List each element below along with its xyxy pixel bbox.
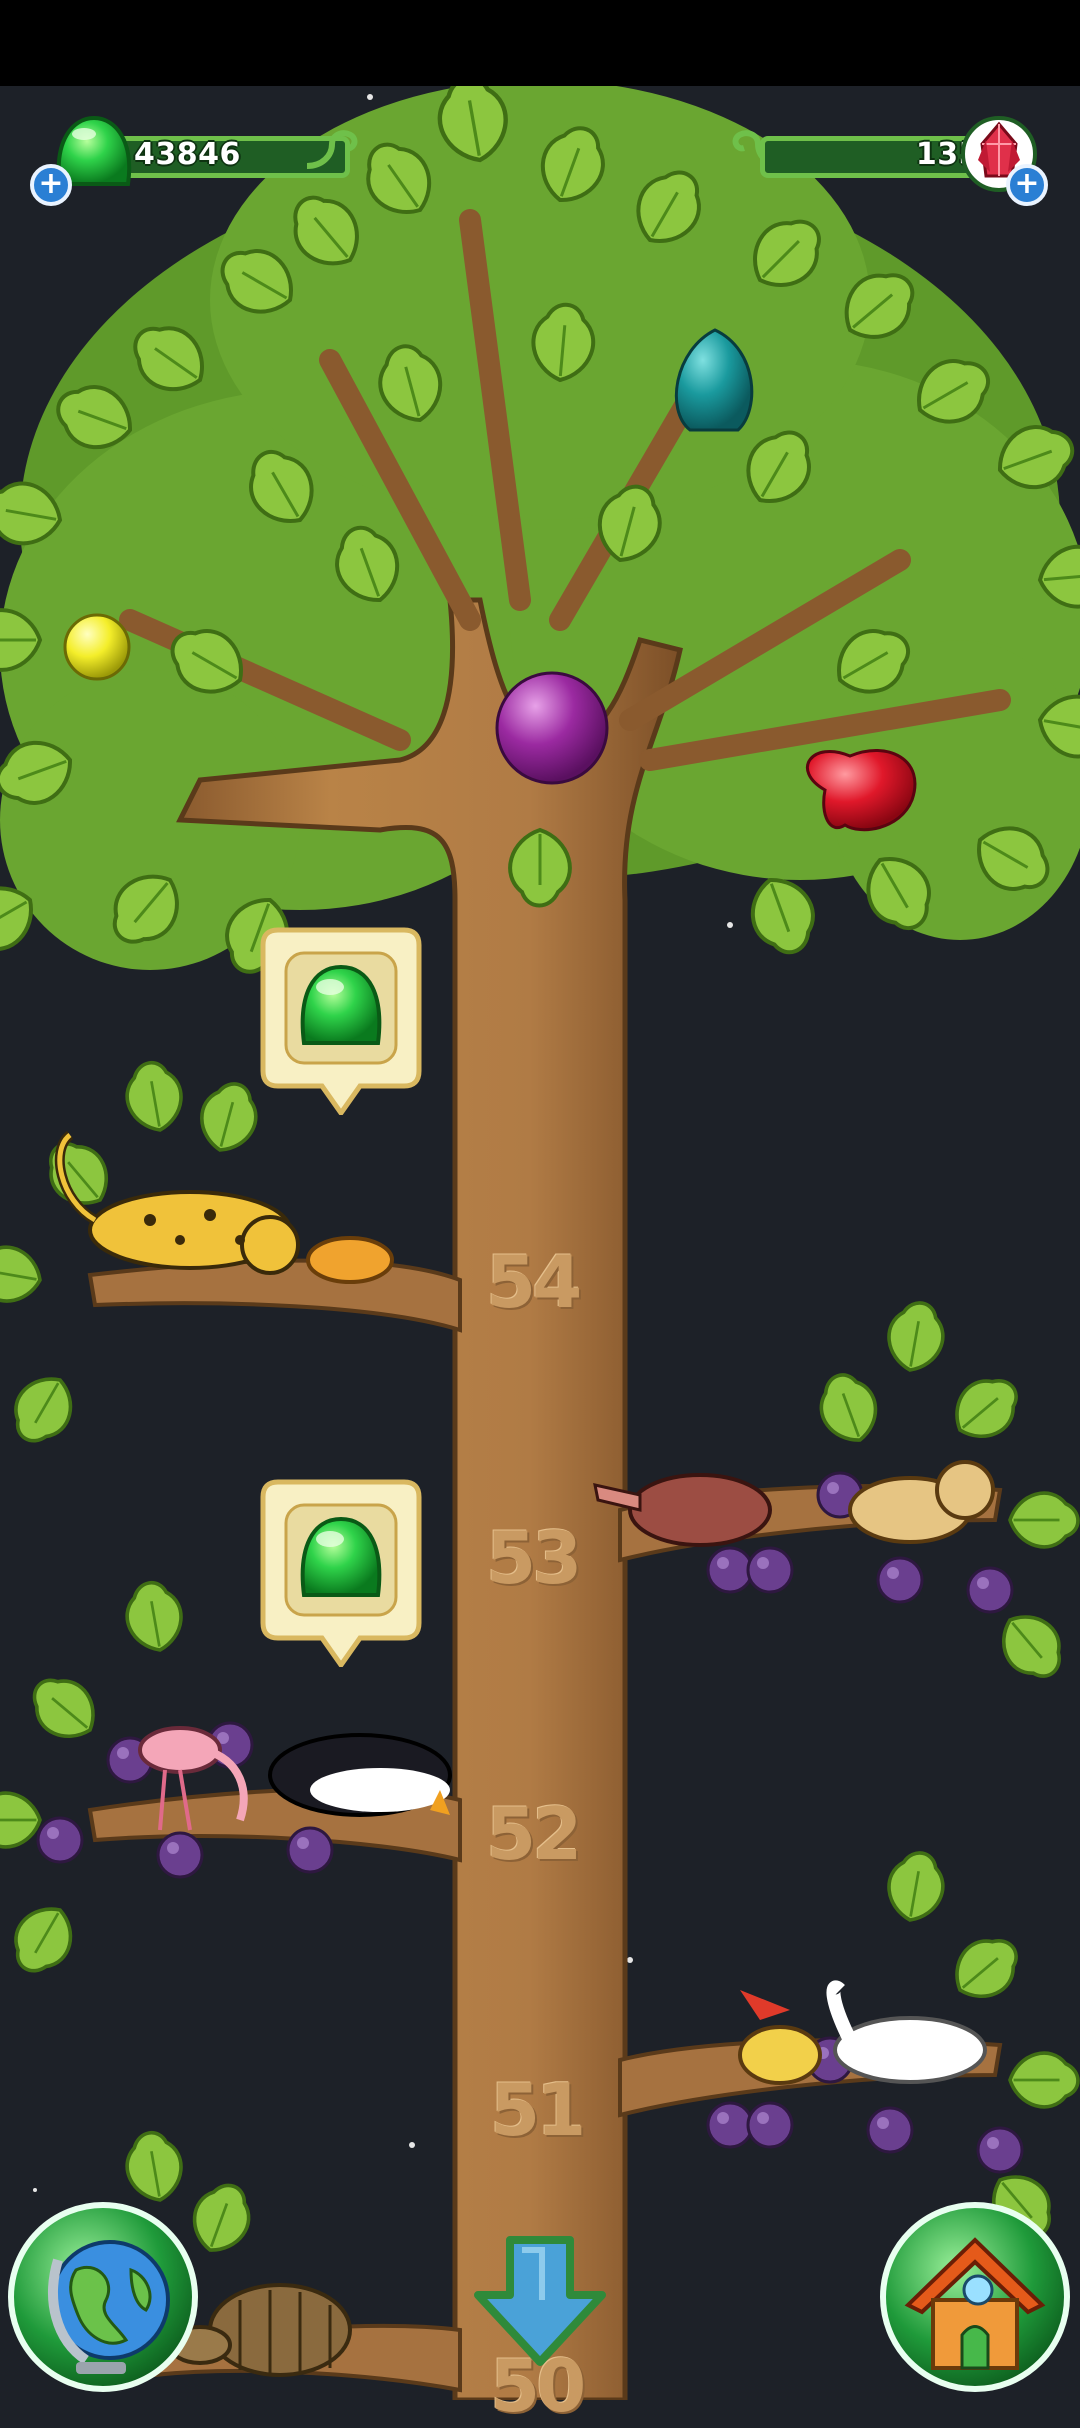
green-jelly-gem-icon [260,927,422,1118]
bird-and-swan [738,1980,987,2085]
level-number[interactable]: 51 [490,2068,586,2152]
penguin [268,1733,452,1817]
level-number[interactable]: 53 [486,1516,582,1600]
level-number[interactable]: 54 [486,1240,582,1324]
house-icon [880,2202,1070,2392]
world-map-button[interactable] [6,2200,200,2394]
snail [306,1236,394,1284]
gems-counter: 43846 + [30,115,360,206]
scroll-down-button[interactable] [470,2230,610,2370]
gem-reward-pin[interactable] [258,925,424,1118]
crystals-counter: 135 + [730,116,1060,206]
add-crystals-button[interactable]: + [1006,164,1048,206]
green-jelly-gem-icon [260,1479,422,1670]
home-button[interactable] [878,2200,1072,2394]
lynx [848,1460,995,1544]
add-gems-button[interactable]: + [30,164,72,206]
gems-count: 43846 [134,137,241,172]
level-number[interactable]: 52 [486,1792,582,1876]
vine-ornament-icon [306,130,358,169]
down-arrow-icon [474,2236,606,2366]
gem-reward-pin[interactable] [258,1477,424,1670]
globe-icon [8,2202,198,2392]
status-bar [0,0,1080,86]
